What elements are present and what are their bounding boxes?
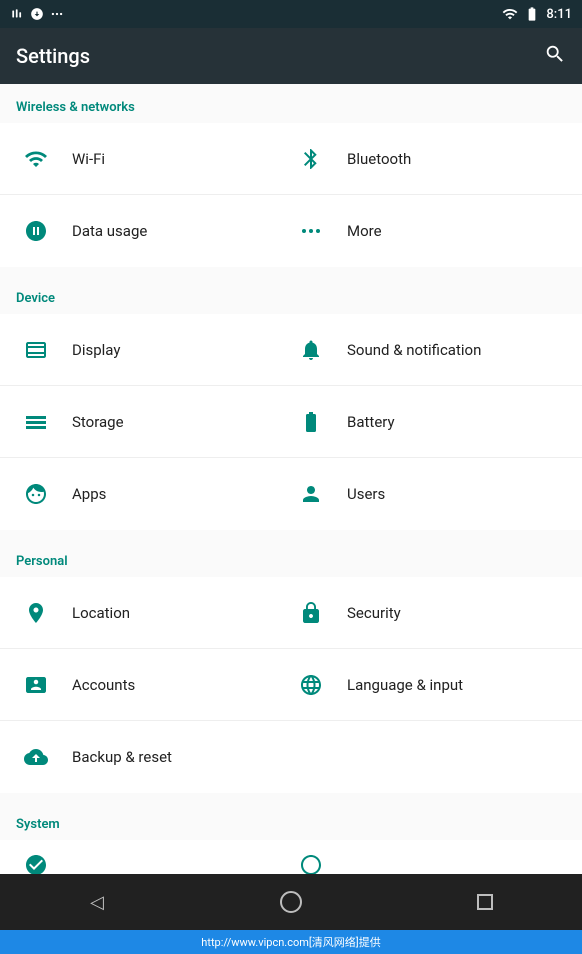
watermark: http://www.vipcn.com[清风网络]提供 — [0, 930, 582, 954]
bluetooth-label: Bluetooth — [347, 150, 411, 168]
row-system-partial[interactable] — [0, 840, 582, 874]
apps-label: Apps — [72, 485, 106, 503]
section-wireless: Wireless & networks Wi-Fi — [0, 84, 582, 267]
apps-item[interactable]: Apps — [16, 474, 291, 514]
row-data-more[interactable]: Data usage More — [0, 195, 582, 267]
security-label: Security — [347, 604, 401, 622]
section-device: Device Display — [0, 275, 582, 530]
display-label: Display — [72, 341, 120, 359]
display-item[interactable]: Display — [16, 330, 291, 370]
accounts-item[interactable]: Accounts — [16, 665, 291, 705]
system-item-2[interactable] — [291, 845, 566, 874]
location-icon — [16, 593, 56, 633]
users-icon — [291, 474, 331, 514]
sound-icon — [291, 330, 331, 370]
bluetooth-item[interactable]: Bluetooth — [291, 139, 566, 179]
download-icon — [30, 7, 44, 21]
battery-item[interactable]: Battery — [291, 402, 566, 442]
language-icon — [291, 665, 331, 705]
bluetooth-icon — [291, 139, 331, 179]
storage-item[interactable]: Storage — [16, 402, 291, 442]
accounts-icon — [16, 665, 56, 705]
bottom-nav: ◁ — [0, 874, 582, 930]
notification-icon — [10, 7, 24, 21]
accounts-label: Accounts — [72, 676, 135, 694]
system-item-1[interactable] — [16, 845, 291, 874]
data-usage-item[interactable]: Data usage — [16, 211, 291, 251]
search-button[interactable] — [544, 43, 566, 70]
data-usage-label: Data usage — [72, 222, 147, 240]
time-display: 8:11 — [546, 7, 572, 22]
wifi-item[interactable]: Wi-Fi — [16, 139, 291, 179]
users-label: Users — [347, 485, 385, 503]
battery-status-icon — [524, 6, 540, 22]
section-personal: Personal Location — [0, 538, 582, 793]
system-group — [0, 840, 582, 874]
wifi-label: Wi-Fi — [72, 150, 105, 168]
apps-icon — [16, 474, 56, 514]
battery-icon — [291, 402, 331, 442]
more-icon — [291, 211, 331, 251]
location-label: Location — [72, 604, 130, 622]
settings-content: Wireless & networks Wi-Fi — [0, 84, 582, 874]
row-location-security[interactable]: Location Security — [0, 577, 582, 649]
status-bar-left — [10, 7, 64, 21]
sound-label: Sound & notification — [347, 341, 481, 359]
page-title: Settings — [16, 44, 90, 68]
personal-group: Location Security — [0, 577, 582, 793]
users-item[interactable]: Users — [291, 474, 566, 514]
row-apps-users[interactable]: Apps Users — [0, 458, 582, 530]
system-icon-1 — [16, 845, 56, 874]
wifi-icon — [16, 139, 56, 179]
section-header-wireless: Wireless & networks — [0, 84, 582, 123]
more-item[interactable]: More — [291, 211, 566, 251]
battery-label: Battery — [347, 413, 395, 431]
data-usage-icon — [16, 211, 56, 251]
row-accounts-language[interactable]: Accounts Language & input — [0, 649, 582, 721]
row-backup[interactable]: Backup & reset — [0, 721, 582, 793]
security-icon — [291, 593, 331, 633]
system-icon-2 — [291, 845, 331, 874]
location-item[interactable]: Location — [16, 593, 291, 633]
security-item[interactable]: Security — [291, 593, 566, 633]
section-system: System — [0, 801, 582, 874]
section-header-device: Device — [0, 275, 582, 314]
back-button[interactable]: ◁ — [67, 892, 127, 913]
section-header-personal: Personal — [0, 538, 582, 577]
home-button[interactable] — [261, 891, 321, 913]
language-item[interactable]: Language & input — [291, 665, 566, 705]
sound-item[interactable]: Sound & notification — [291, 330, 566, 370]
section-header-system: System — [0, 801, 582, 840]
wifi-status-icon — [502, 6, 518, 22]
backup-item[interactable]: Backup & reset — [16, 737, 291, 777]
more-label: More — [347, 222, 382, 240]
status-bar: 8:11 — [0, 0, 582, 28]
backup-label: Backup & reset — [72, 748, 172, 766]
recent-button[interactable] — [455, 894, 515, 910]
row-storage-battery[interactable]: Storage Battery — [0, 386, 582, 458]
status-bar-right: 8:11 — [502, 6, 572, 22]
display-icon — [16, 330, 56, 370]
row-display-sound[interactable]: Display Sound & notification — [0, 314, 582, 386]
storage-icon — [16, 402, 56, 442]
row-wifi-bluetooth[interactable]: Wi-Fi Bluetooth — [0, 123, 582, 195]
empty-col — [291, 737, 566, 777]
storage-label: Storage — [72, 413, 124, 431]
toolbar: Settings — [0, 28, 582, 84]
language-label: Language & input — [347, 676, 463, 694]
wireless-group: Wi-Fi Bluetooth — [0, 123, 582, 267]
more-dots-icon — [50, 7, 64, 21]
device-group: Display Sound & notification — [0, 314, 582, 530]
backup-icon — [16, 737, 56, 777]
